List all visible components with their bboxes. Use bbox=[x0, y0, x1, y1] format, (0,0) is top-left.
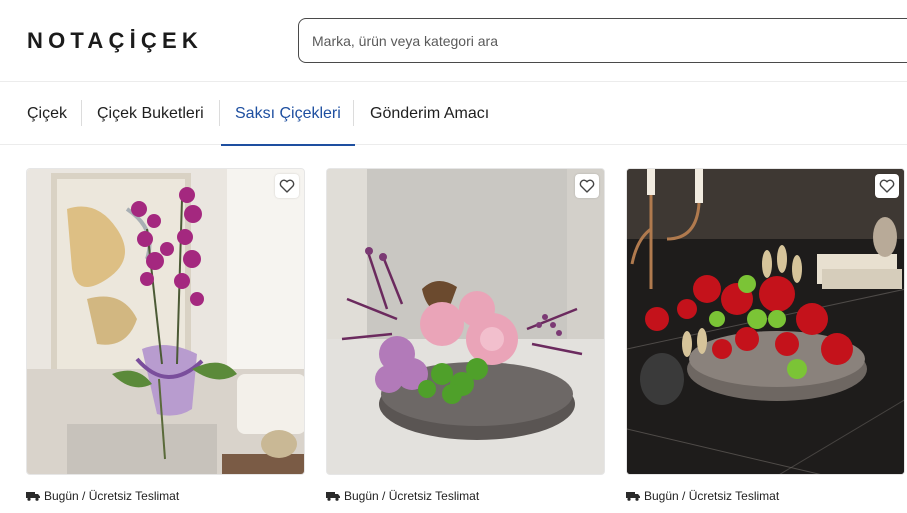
delivery-text: Bugün / Ücretsiz Teslimat bbox=[44, 489, 180, 503]
search-input[interactable] bbox=[312, 32, 907, 49]
site-header: NOTAÇİÇEK bbox=[0, 0, 907, 82]
heart-icon bbox=[279, 179, 295, 193]
tab-cicek-buketleri[interactable]: Çiçek Buketleri bbox=[97, 82, 204, 145]
product-card[interactable] bbox=[326, 168, 605, 475]
truck-icon bbox=[26, 492, 40, 501]
delivery-text: Bugün / Ücretsiz Teslimat bbox=[644, 489, 780, 503]
truck-icon bbox=[626, 492, 640, 501]
favorite-button[interactable] bbox=[875, 174, 899, 198]
tab-cicek[interactable]: Çiçek bbox=[27, 82, 67, 145]
category-nav: Çiçek Çiçek Buketleri Saksı Çiçekleri Gö… bbox=[0, 82, 907, 146]
heart-icon bbox=[579, 179, 595, 193]
product-card[interactable] bbox=[26, 168, 305, 475]
truck-icon bbox=[326, 492, 340, 501]
delivery-text: Bugün / Ücretsiz Teslimat bbox=[344, 489, 480, 503]
tab-label: Saksı Çiçekleri bbox=[235, 104, 341, 122]
nav-divider bbox=[81, 100, 82, 126]
product-image-orchid[interactable] bbox=[27, 169, 305, 475]
delivery-info: Bugün / Ücretsiz Teslimat bbox=[26, 489, 179, 503]
tab-gonderim-amaci[interactable]: Gönderim Amacı bbox=[370, 82, 489, 145]
product-image-red-roses[interactable] bbox=[627, 169, 905, 475]
nav-divider bbox=[219, 100, 220, 126]
delivery-info: Bugün / Ücretsiz Teslimat bbox=[626, 489, 779, 503]
heart-icon bbox=[879, 179, 895, 193]
product-card[interactable] bbox=[626, 168, 905, 475]
favorite-button[interactable] bbox=[275, 174, 299, 198]
delivery-info: Bugün / Ücretsiz Teslimat bbox=[326, 489, 479, 503]
tab-saksi-cicekleri[interactable]: Saksı Çiçekleri bbox=[221, 82, 355, 146]
product-image-pink-roses[interactable] bbox=[327, 169, 605, 475]
nav-divider bbox=[353, 100, 354, 126]
search-box[interactable] bbox=[298, 18, 907, 63]
favorite-button[interactable] bbox=[575, 174, 599, 198]
site-logo[interactable]: NOTAÇİÇEK bbox=[27, 28, 203, 54]
